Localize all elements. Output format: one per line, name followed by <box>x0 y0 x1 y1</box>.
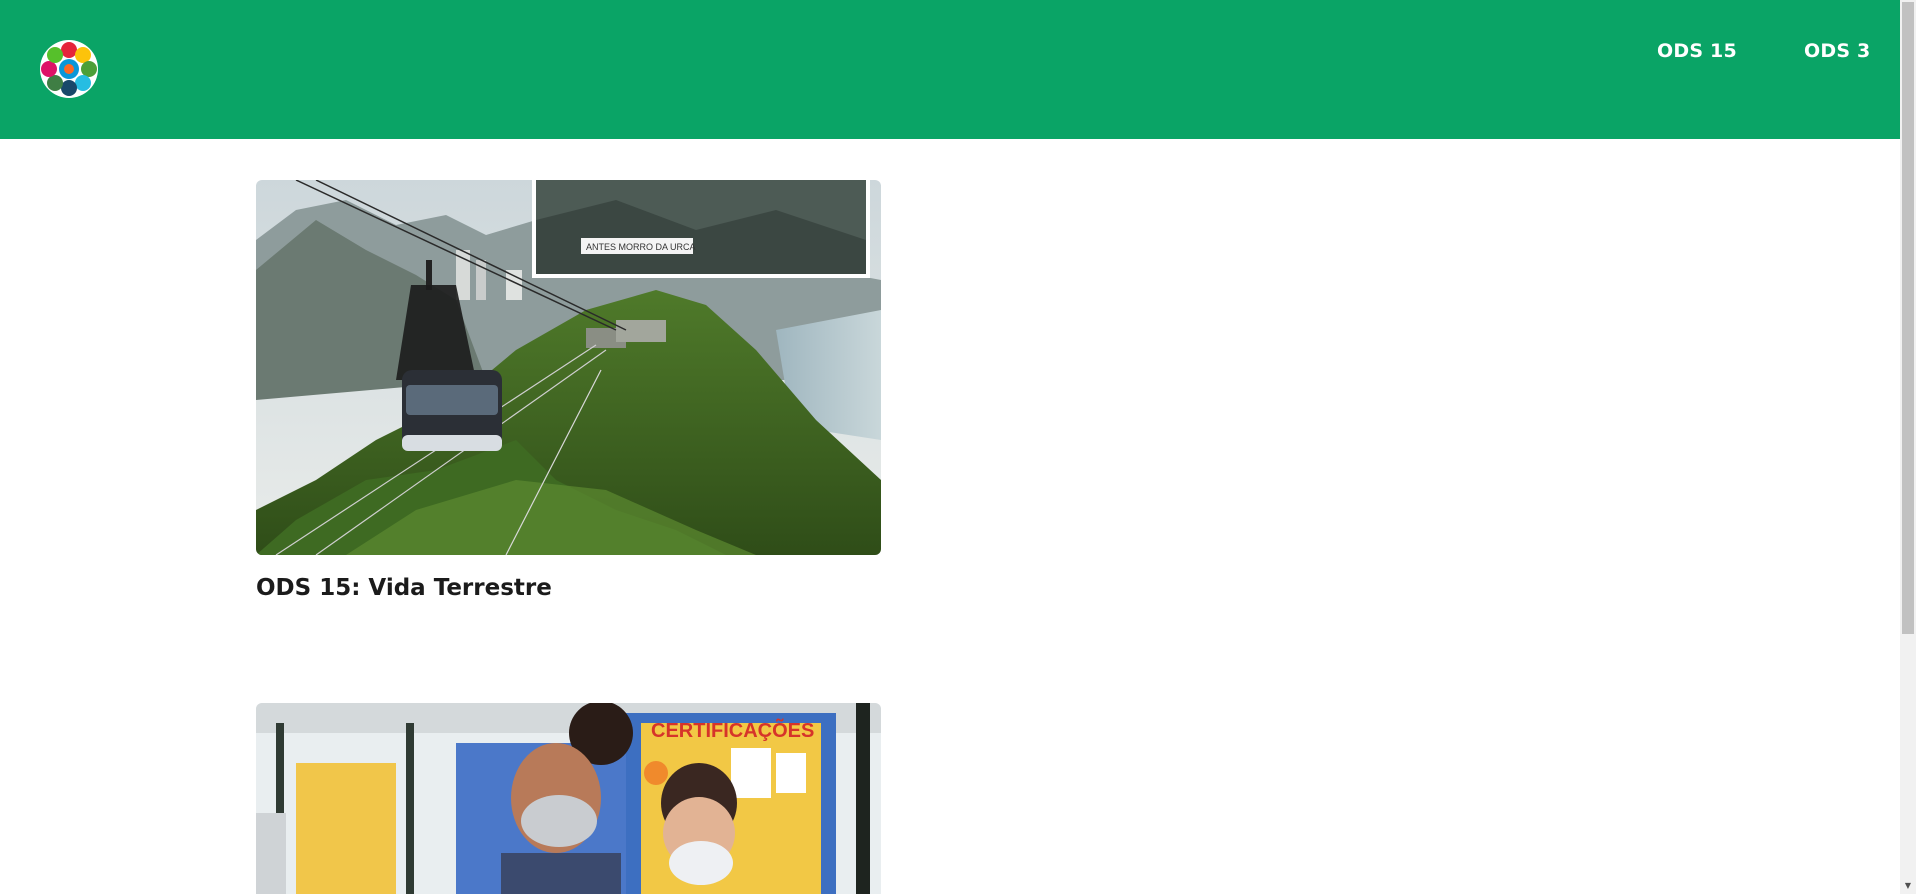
cable-car-photo-icon: ANTES MORRO DA URCA <box>256 180 881 555</box>
scrollbar-thumb[interactable] <box>1902 2 1914 634</box>
logo[interactable] <box>38 38 100 100</box>
ods-wheel-logo-icon <box>40 40 98 98</box>
card-title-ods-15[interactable]: ODS 15: Vida Terrestre <box>256 575 552 601</box>
nav-link-ods-3[interactable]: ODS 3 <box>1804 40 1870 62</box>
card-image-ods-15[interactable]: ANTES MORRO DA URCA <box>256 180 881 555</box>
board-sign-text: CERTIFICAÇÕES <box>651 718 814 742</box>
scroll-down-arrow-icon[interactable]: ▼ <box>1903 881 1913 891</box>
site-header: ODS 15 ODS 3 <box>0 0 1900 139</box>
inset-label: ANTES MORRO DA URCA <box>586 242 696 252</box>
page-scrollbar[interactable]: ▲ ▼ <box>1900 0 1916 894</box>
card-image-ods-3[interactable]: CERTIFICAÇÕES <box>256 703 881 894</box>
nav-link-ods-15[interactable]: ODS 15 <box>1657 40 1737 62</box>
mother-child-masks-photo-icon: CERTIFICAÇÕES <box>256 703 881 894</box>
